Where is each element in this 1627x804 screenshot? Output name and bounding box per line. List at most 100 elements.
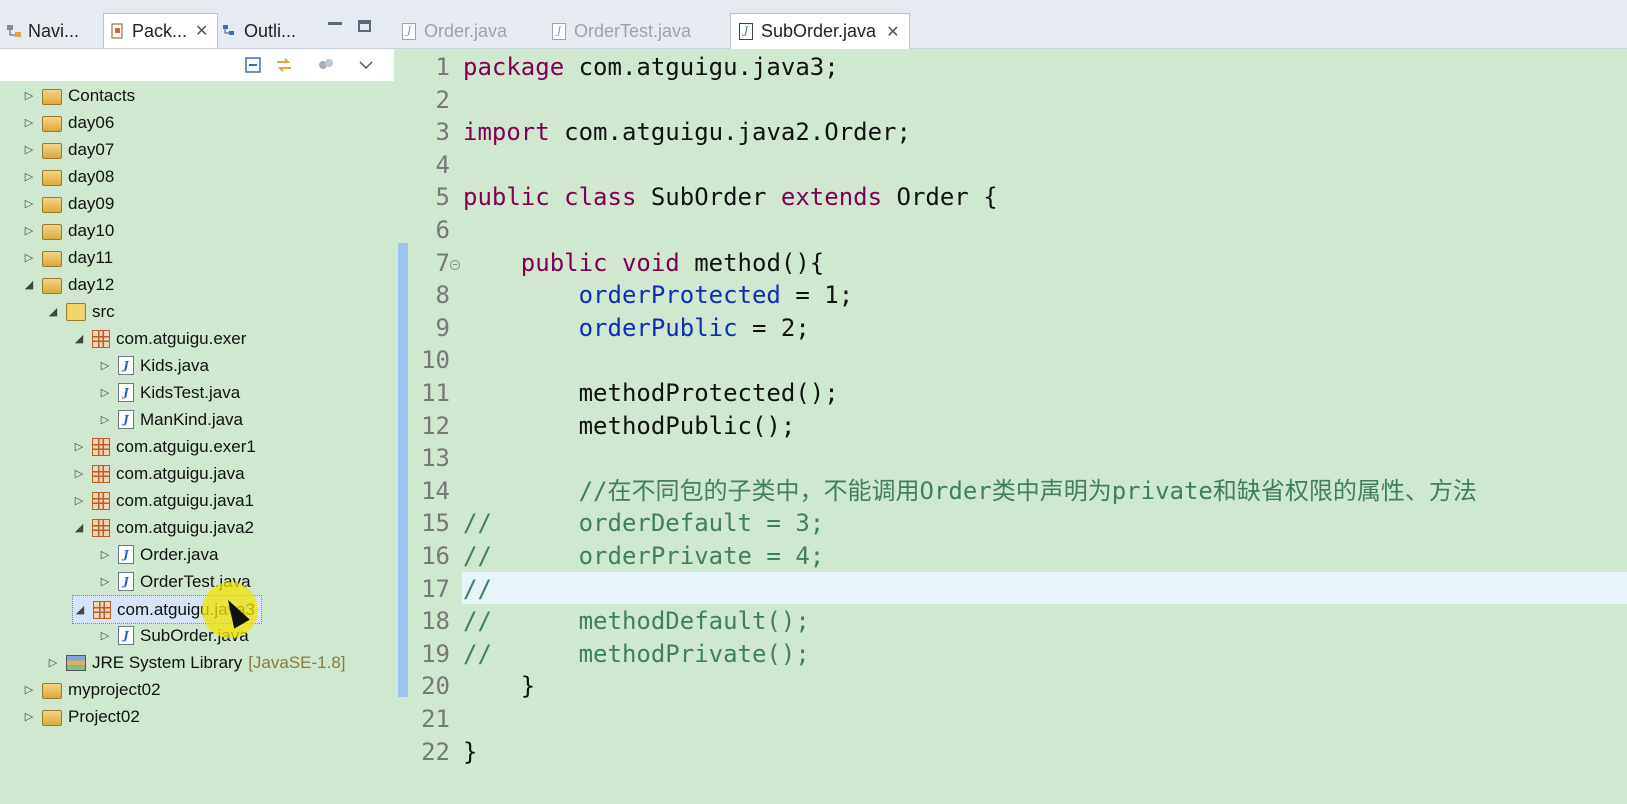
tree-item[interactable]: ▷ J Order.java: [98, 541, 218, 568]
tree-item-label: day10: [68, 220, 115, 240]
library-icon: [66, 654, 86, 671]
expanded-arrow-icon[interactable]: ◢: [22, 278, 36, 291]
code-token: }: [463, 672, 536, 701]
tab-outline-label: Outli...: [244, 20, 297, 41]
collapsed-arrow-icon[interactable]: ▷: [98, 575, 112, 588]
collapsed-arrow-icon[interactable]: ▷: [22, 683, 36, 696]
line-number: 2: [435, 85, 450, 114]
line-number: 15: [421, 509, 450, 538]
line-number: 18: [421, 607, 450, 636]
code-token: SubOrder: [650, 183, 781, 212]
collapsed-arrow-icon[interactable]: ▷: [22, 143, 36, 156]
java-file-icon: J: [552, 22, 566, 40]
tree-item-label: com.atguigu.java: [116, 463, 245, 483]
line-number: 7: [435, 248, 450, 277]
tree-item[interactable]: ▷ myproject02: [22, 676, 161, 703]
tree-item[interactable]: ▷ day08: [22, 163, 114, 190]
editor-tab-order[interactable]: J Order.java: [402, 14, 507, 48]
collapse-all-icon[interactable]: [244, 55, 264, 75]
tree-item[interactable]: ▷ J Kids.java: [98, 352, 209, 379]
tree-item[interactable]: ▷ day09: [22, 190, 114, 217]
maximize-icon[interactable]: [358, 20, 371, 32]
outline-icon: [222, 23, 238, 39]
fold-toggle-icon[interactable]: −: [450, 259, 460, 270]
project-icon: [42, 251, 62, 267]
java-file-icon: J: [118, 626, 134, 645]
tree-item[interactable]: ◢ com.atguigu.exer: [72, 325, 246, 352]
code-line: 20 }: [394, 670, 1627, 702]
code-text: package com.atguigu.java3;: [463, 51, 839, 83]
tree-item-label: myproject02: [68, 679, 161, 699]
code-token: package: [463, 53, 579, 81]
tab-navigator-label: Navi...: [28, 20, 80, 41]
package-icon: [93, 600, 111, 619]
collapsed-arrow-icon[interactable]: ▷: [72, 440, 86, 453]
collapsed-arrow-icon[interactable]: ▷: [98, 386, 112, 399]
tree-item[interactable]: ▷ day11: [22, 244, 113, 271]
collapsed-arrow-icon[interactable]: ▷: [22, 170, 36, 183]
tab-package-explorer[interactable]: Pack... ✕: [103, 13, 218, 48]
focus-icon[interactable]: [316, 55, 336, 75]
collapsed-arrow-icon[interactable]: ▷: [98, 548, 112, 561]
tab-outline[interactable]: Outli...: [222, 14, 312, 48]
code-text: orderPublic = 2;: [463, 312, 810, 344]
expanded-arrow-icon[interactable]: ◢: [72, 521, 86, 534]
collapsed-arrow-icon[interactable]: ▷: [22, 251, 36, 264]
editor-tab-ordertest[interactable]: J OrderTest.java: [552, 14, 691, 48]
collapsed-arrow-icon[interactable]: ▷: [98, 359, 112, 372]
collapsed-arrow-icon[interactable]: ▷: [72, 494, 86, 507]
tab-navigator[interactable]: Navi...: [6, 14, 98, 48]
tree-item[interactable]: ▷ JRE System Library [JavaSE-1.8]: [46, 649, 346, 676]
line-number: 8: [435, 281, 450, 310]
tree-item-label: day09: [68, 193, 115, 213]
tree-item[interactable]: ▷ day06: [22, 109, 114, 136]
tree-item[interactable]: ▷ Contacts: [22, 82, 135, 109]
tree-item[interactable]: ◢ day12: [22, 271, 114, 298]
code-text: methodPublic();: [463, 410, 796, 442]
source-folder-icon: [66, 302, 86, 321]
collapsed-arrow-icon[interactable]: ▷: [22, 197, 36, 210]
tree-item[interactable]: ◢ src: [46, 298, 115, 325]
line-number: 10: [421, 346, 450, 375]
collapsed-arrow-icon[interactable]: ▷: [22, 710, 36, 723]
expanded-arrow-icon[interactable]: ◢: [73, 603, 87, 616]
collapsed-arrow-icon[interactable]: ▷: [46, 656, 60, 669]
code-text: }: [463, 670, 535, 702]
close-icon[interactable]: ✕: [195, 21, 208, 41]
collapsed-arrow-icon[interactable]: ▷: [22, 116, 36, 129]
close-icon[interactable]: ✕: [886, 22, 899, 42]
editor-tab-suborder[interactable]: J SubOrder.java ✕: [730, 13, 911, 49]
tree-item-label: com.atguigu.java2: [116, 517, 254, 537]
tree-item[interactable]: ▷ Project02: [22, 703, 140, 730]
tree-item[interactable]: ▷ day10: [22, 217, 114, 244]
collapsed-arrow-icon[interactable]: ▷: [98, 413, 112, 426]
code-token: // orderPrivate = 4;: [463, 542, 825, 570]
tree-item[interactable]: ▷ day07: [22, 136, 114, 163]
link-with-editor-icon[interactable]: [274, 55, 294, 75]
minimize-icon[interactable]: [328, 22, 342, 25]
collapsed-arrow-icon[interactable]: ▷: [22, 224, 36, 237]
left-tab-bar: Navi... Pack... ✕ Outli...: [0, 0, 394, 49]
tree-item-label: com.atguigu.java1: [116, 490, 254, 510]
view-menu-icon[interactable]: [356, 55, 376, 75]
line-number: 9: [435, 313, 450, 342]
expanded-arrow-icon[interactable]: ◢: [46, 305, 60, 318]
tree-item[interactable]: ▷ com.atguigu.java1: [72, 487, 254, 514]
line-number: 4: [435, 150, 450, 179]
tree-item[interactable]: ◢ com.atguigu.java2: [72, 514, 254, 541]
tree-item[interactable]: ▷ com.atguigu.exer1: [72, 433, 256, 460]
collapsed-arrow-icon[interactable]: ▷: [72, 467, 86, 480]
code-editor[interactable]: 1 package com.atguigu.java3; 2 3 import com.…: [394, 49, 1627, 804]
code-text: // orderPrivate = 4;: [463, 540, 824, 572]
project-icon: [42, 710, 62, 726]
tree-item[interactable]: ▷ com.atguigu.java: [72, 460, 245, 487]
tree-item[interactable]: ▷ J ManKind.java: [98, 406, 243, 433]
tree-item[interactable]: ▷ J KidsTest.java: [98, 379, 240, 406]
tree-item-label: src: [92, 301, 115, 321]
expanded-arrow-icon[interactable]: ◢: [72, 332, 86, 345]
collapsed-arrow-icon[interactable]: ▷: [22, 89, 36, 102]
collapsed-arrow-icon[interactable]: ▷: [98, 629, 112, 642]
code-line: 10: [394, 344, 1627, 376]
